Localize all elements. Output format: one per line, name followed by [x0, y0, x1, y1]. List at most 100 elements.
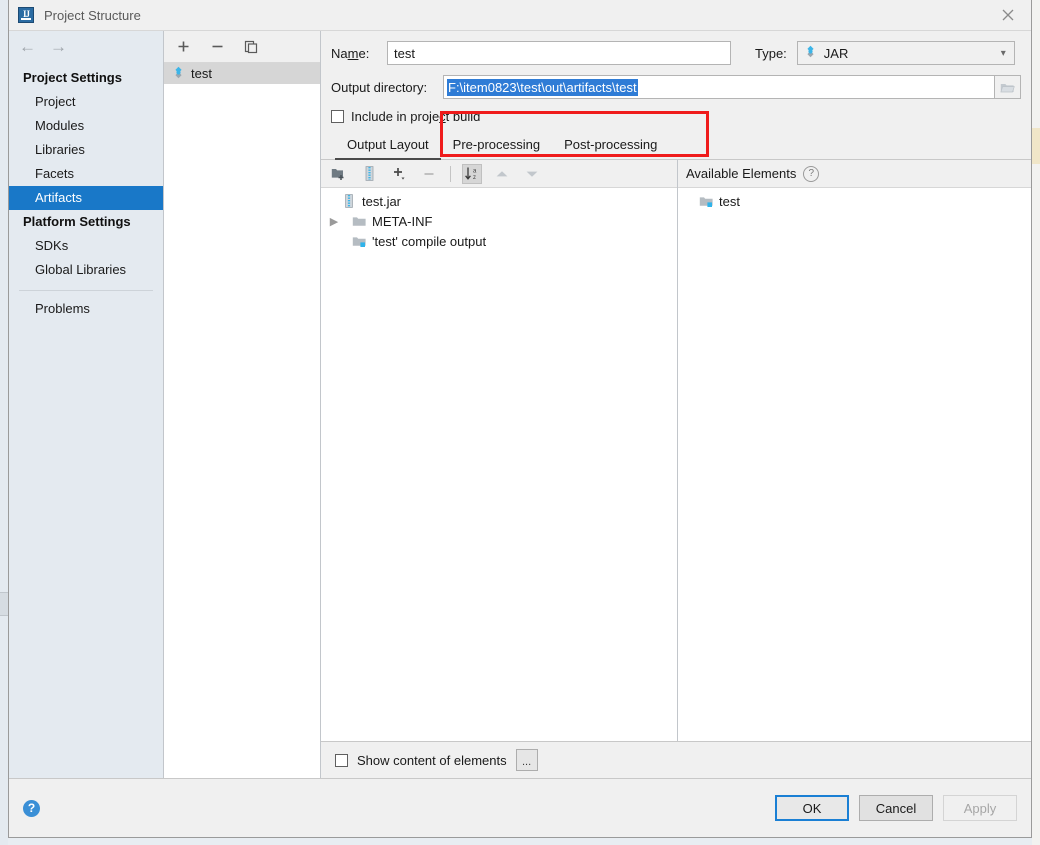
intellij-idea-icon: IJ: [18, 7, 34, 23]
settings-sidebar: ← → Project Settings Project Modules Lib…: [9, 31, 164, 778]
artifact-list-item-label: test: [191, 66, 212, 81]
available-elements-header: Available Elements ?: [678, 160, 1031, 188]
include-in-build-row: Include in project build: [331, 109, 1021, 124]
sidebar-divider: [19, 290, 153, 291]
move-up-icon: [492, 164, 512, 184]
output-directory-input[interactable]: F:\item0823\test\out\artifacts\test: [443, 75, 995, 99]
type-dropdown[interactable]: JAR ▾: [796, 41, 1015, 65]
add-artifact-button[interactable]: [174, 38, 192, 56]
arrow-right-icon[interactable]: →: [50, 38, 67, 55]
sidebar-list: Project Settings Project Modules Librari…: [9, 62, 163, 778]
dialog-body: ← → Project Settings Project Modules Lib…: [9, 30, 1031, 778]
add-element-icon[interactable]: [389, 164, 409, 184]
sidebar-item-sdks[interactable]: SDKs: [9, 234, 163, 258]
show-content-label: Show content of elements: [357, 752, 507, 768]
tab-output-layout[interactable]: Output Layout: [335, 134, 441, 160]
output-layout-panel: a z test.jar ▶ META-INF 'test' compile o…: [321, 160, 678, 741]
name-input[interactable]: [387, 41, 731, 65]
show-content-bar: Show content of elements ...: [321, 741, 1031, 778]
available-elements-panel: Available Elements ? test: [678, 160, 1031, 741]
output-directory-label: Output directory:: [331, 79, 428, 95]
tree-row[interactable]: ▶ META-INF: [321, 211, 677, 231]
tree-row-label: test.jar: [362, 193, 402, 209]
chevron-right-icon[interactable]: ▶: [327, 215, 341, 228]
available-elements-title: Available Elements: [686, 166, 797, 181]
apply-button[interactable]: Apply: [943, 795, 1017, 821]
include-in-build-checkbox[interactable]: [331, 110, 344, 123]
sidebar-item-libraries[interactable]: Libraries: [9, 138, 163, 162]
help-circle-icon[interactable]: ?: [23, 799, 40, 817]
footer-button-group: OK Cancel Apply: [775, 795, 1017, 821]
sidebar-item-global-libraries[interactable]: Global Libraries: [9, 258, 163, 282]
cancel-button[interactable]: Cancel: [859, 795, 933, 821]
intellij-idea-icon-bar: [21, 18, 31, 20]
svg-text:a: a: [473, 169, 477, 175]
module-output-icon: [351, 233, 367, 249]
available-elements-tree[interactable]: test: [678, 188, 1031, 741]
artifact-form: Name: Type: JAR ▾: [321, 31, 1031, 126]
add-archive-icon[interactable]: [359, 164, 379, 184]
include-in-build-label: Include in project build: [351, 109, 481, 124]
type-label: Type:: [755, 45, 787, 61]
tab-pre-processing[interactable]: Pre-processing: [441, 134, 552, 160]
folder-icon: [351, 213, 367, 229]
dialog-footer: ? OK Cancel Apply: [9, 778, 1031, 837]
output-directory-value: F:\item0823\test\out\artifacts\test: [447, 78, 638, 96]
artifact-jar-icon: [172, 66, 185, 82]
list-item-label: test: [719, 193, 740, 209]
background-window-left-strip: [0, 0, 8, 845]
artifacts-list-panel: test: [164, 31, 321, 778]
artifact-list-item-test[interactable]: test: [164, 63, 320, 84]
window-title: Project Structure: [44, 7, 141, 23]
output-directory-field-wrap: F:\item0823\test\out\artifacts\test: [443, 75, 1021, 99]
ok-button[interactable]: OK: [775, 795, 849, 821]
artifacts-toolbar: [164, 31, 320, 63]
archive-icon: [341, 193, 357, 209]
type-dropdown-value: JAR: [823, 45, 849, 61]
add-directory-icon[interactable]: [329, 164, 349, 184]
background-window-left-tab: [0, 592, 8, 616]
tree-row-label: META-INF: [372, 213, 433, 229]
sidebar-group-project-settings: Project Settings: [23, 70, 122, 85]
dialog-title-bar: IJ Project Structure: [9, 0, 1031, 30]
remove-artifact-button[interactable]: [208, 38, 226, 56]
list-item[interactable]: test: [678, 191, 1031, 211]
artifact-tabs: Output Layout Pre-processing Post-proces…: [321, 126, 1031, 160]
output-layout-tree[interactable]: test.jar ▶ META-INF 'test' compile outpu…: [321, 188, 677, 741]
sidebar-item-facets[interactable]: Facets: [9, 162, 163, 186]
name-label: Name:: [331, 45, 370, 61]
tree-row[interactable]: 'test' compile output: [321, 231, 677, 251]
tab-post-processing[interactable]: Post-processing: [552, 134, 669, 160]
sort-alphabetically-icon[interactable]: a z: [462, 163, 482, 184]
tree-row-label: 'test' compile output: [372, 233, 487, 249]
output-directory-row: Output directory: F:\item0823\test\out\a…: [331, 75, 1021, 99]
folder-browse-icon[interactable]: [995, 75, 1021, 99]
arrow-left-icon[interactable]: ←: [19, 38, 36, 55]
artifact-jar-icon: [804, 45, 817, 61]
copy-artifact-button[interactable]: [242, 38, 260, 56]
close-icon[interactable]: [985, 0, 1031, 29]
sidebar-item-modules[interactable]: Modules: [9, 114, 163, 138]
ellipsis-button[interactable]: ...: [515, 749, 538, 771]
remove-element-icon: [419, 164, 439, 184]
sidebar-nav-bar: ← →: [9, 31, 163, 62]
sidebar-item-artifacts[interactable]: Artifacts: [9, 186, 163, 210]
sidebar-item-problems[interactable]: Problems: [9, 297, 163, 321]
name-and-type-row: Name: Type: JAR ▾: [331, 41, 1021, 65]
show-content-checkbox[interactable]: [335, 753, 348, 767]
artifacts-list[interactable]: test: [164, 63, 320, 778]
module-output-icon: [698, 193, 714, 209]
output-layout-toolbar: a z: [321, 160, 677, 188]
project-structure-dialog: IJ Project Structure ← → Project Setting…: [8, 0, 1032, 838]
svg-text:z: z: [473, 175, 476, 181]
background-window-right-highlight: [1032, 128, 1040, 164]
artifact-editor-pane: Name: Type: JAR ▾: [321, 31, 1031, 778]
sidebar-group-platform-settings: Platform Settings: [23, 214, 131, 229]
tree-row[interactable]: test.jar: [321, 191, 677, 211]
background-window-right-strip: [1032, 0, 1040, 845]
move-down-icon: [522, 164, 542, 184]
sidebar-item-project[interactable]: Project: [9, 90, 163, 114]
help-circle-icon[interactable]: ?: [803, 165, 820, 182]
layout-panels: a z test.jar ▶ META-INF 'test' compile o…: [321, 160, 1031, 741]
toolbar-divider: [450, 165, 451, 182]
